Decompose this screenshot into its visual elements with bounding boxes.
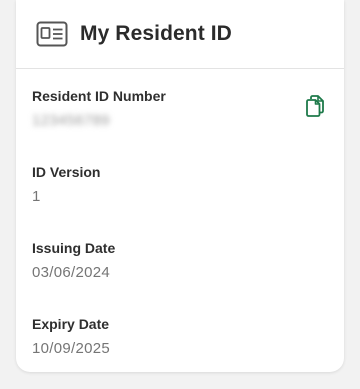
resident-id-label: Resident ID Number xyxy=(32,88,166,104)
card-header: My Resident ID xyxy=(16,0,344,69)
expiry-date-field: Expiry Date 10/09/2025 xyxy=(32,316,328,357)
resident-id-card: My Resident ID Resident ID Number 123456… xyxy=(16,0,344,372)
resident-id-value: 123456789 xyxy=(32,112,110,129)
id-card-icon xyxy=(36,20,68,48)
id-version-label: ID Version xyxy=(32,164,101,180)
expiry-date-label: Expiry Date xyxy=(32,316,110,332)
issuing-date-value: 03/06/2024 xyxy=(32,264,111,281)
resident-id-field: Resident ID Number 123456789 xyxy=(32,88,328,129)
page-title: My Resident ID xyxy=(80,22,232,45)
issuing-date-field: Issuing Date 03/06/2024 xyxy=(32,240,328,281)
copy-button[interactable] xyxy=(304,94,328,122)
issuing-date-label: Issuing Date xyxy=(32,240,116,256)
copy-icon xyxy=(306,94,326,122)
id-version-value: 1 xyxy=(32,188,41,205)
expiry-date-value: 10/09/2025 xyxy=(32,340,111,357)
id-version-field: ID Version 1 xyxy=(32,164,328,205)
